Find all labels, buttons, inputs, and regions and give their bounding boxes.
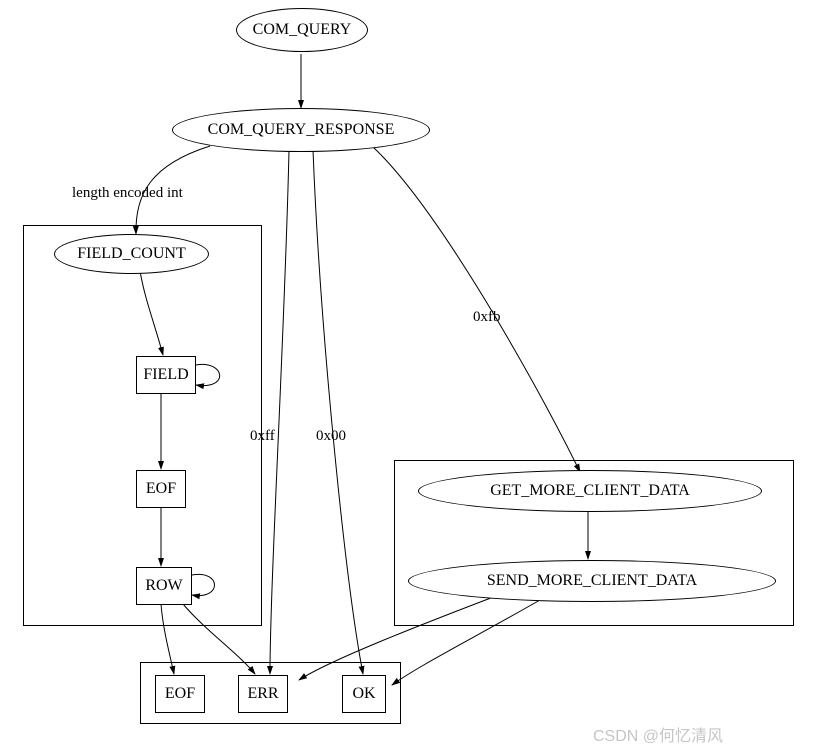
edge-label-0x00: 0x00 xyxy=(316,428,346,445)
watermark: CSDN @何忆清风 xyxy=(593,722,723,746)
node-label: GET_MORE_CLIENT_DATA xyxy=(490,482,690,500)
node-row: ROW xyxy=(136,567,192,605)
node-get-more: GET_MORE_CLIENT_DATA xyxy=(418,470,762,512)
node-field-count: FIELD_COUNT xyxy=(54,234,209,274)
node-com-query-response: COM_QUERY_RESPONSE xyxy=(172,108,430,152)
edge-label-length-encoded: length encoded int xyxy=(72,185,183,202)
node-label: FIELD xyxy=(143,366,188,384)
node-send-more: SEND_MORE_CLIENT_DATA xyxy=(408,560,776,602)
node-label: FIELD_COUNT xyxy=(77,245,185,263)
edges-svg xyxy=(0,0,817,749)
node-label: OK xyxy=(352,685,375,703)
node-label: EOF xyxy=(165,685,195,703)
node-label: ERR xyxy=(247,685,278,703)
node-err: ERR xyxy=(238,675,288,713)
node-eof1: EOF xyxy=(136,470,186,508)
node-ok: OK xyxy=(342,675,386,713)
node-label: ROW xyxy=(145,577,182,595)
edge-label-0xfb: 0xfb xyxy=(473,309,501,326)
node-field: FIELD xyxy=(136,356,196,394)
node-com-query: COM_QUERY xyxy=(236,8,368,52)
edge-label-0xff: 0xff xyxy=(250,428,275,445)
node-eof2: EOF xyxy=(155,675,205,713)
node-label: COM_QUERY xyxy=(253,21,352,39)
node-label: COM_QUERY_RESPONSE xyxy=(208,121,395,139)
node-label: EOF xyxy=(146,480,176,498)
node-label: SEND_MORE_CLIENT_DATA xyxy=(487,572,697,590)
